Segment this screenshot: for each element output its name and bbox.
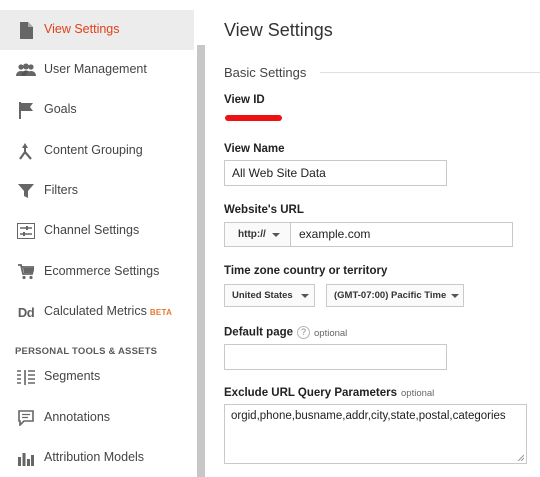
channel-settings-icon <box>15 221 37 241</box>
users-icon <box>15 60 37 80</box>
sidebar-item-annotations[interactable]: Annotations <box>0 398 194 438</box>
sidebar-item-content-grouping[interactable]: Content Grouping <box>0 131 194 171</box>
flag-icon <box>15 100 37 120</box>
help-icon[interactable]: ? <box>297 326 311 339</box>
annotation-icon <box>15 408 37 428</box>
optional-hint: optional <box>401 388 435 399</box>
sidebar-item-label: Content Grouping <box>44 143 143 157</box>
sidebar-item-filters[interactable]: Filters <box>0 171 194 211</box>
sidebar-item-label: View Settings <box>44 22 120 36</box>
bar-chart-icon <box>15 448 37 468</box>
default-page-label: Default page? optional <box>224 326 347 339</box>
sidebar-item-ecommerce-settings[interactable]: Ecommerce Settings <box>0 252 194 292</box>
redacted-view-id <box>225 115 282 121</box>
sidebar-item-label: User Management <box>44 62 147 76</box>
protocol-value: http:// <box>238 229 266 240</box>
view-id-label: View ID <box>224 94 265 106</box>
sidebar-item-label-text: Calculated Metrics <box>44 304 147 318</box>
sidebar-scrollbar[interactable] <box>197 45 205 477</box>
chevron-down-icon <box>272 233 280 237</box>
personal-tools-heading: PERSONAL TOOLS & ASSETS <box>15 346 158 357</box>
content-grouping-icon <box>15 141 37 161</box>
filter-icon <box>15 181 37 201</box>
exclude-params-value: orgid,phone,busname,addr,city,state,post… <box>231 410 506 422</box>
exclude-params-textarea[interactable]: orgid,phone,busname,addr,city,state,post… <box>224 404 527 464</box>
default-page-label-text: Default page <box>224 326 294 339</box>
timezone-zone-select[interactable]: (GMT-07:00) Pacific Time <box>326 284 464 307</box>
sidebar-item-attribution-models[interactable]: Attribution Models <box>0 438 194 477</box>
section-divider <box>320 72 540 73</box>
dd-icon: Dd <box>15 302 37 322</box>
website-url-field: http:// example.com <box>224 222 513 247</box>
sidebar-item-label: Channel Settings <box>44 223 140 237</box>
timezone-label: Time zone country or territory <box>224 265 388 277</box>
chevron-down-icon <box>301 294 309 298</box>
view-name-input[interactable]: All Web Site Data <box>224 160 447 186</box>
sidebar-item-goals[interactable]: Goals <box>0 90 194 130</box>
dd-icon-glyph: Dd <box>17 304 35 320</box>
sidebar-item-label: Ecommerce Settings <box>44 264 160 278</box>
beta-badge: BETA <box>149 308 173 317</box>
cart-icon <box>15 262 37 282</box>
sidebar-item-channel-settings[interactable]: Channel Settings <box>0 211 194 251</box>
segments-icon <box>15 367 37 387</box>
timezone-zone-value: (GMT-07:00) Pacific Time <box>334 290 447 301</box>
protocol-select[interactable]: http:// <box>225 223 291 246</box>
website-url-label: Website's URL <box>224 204 304 216</box>
sidebar-item-calculated-metrics[interactable]: Dd Calculated Metrics BETA <box>0 292 194 332</box>
sidebar-item-label: Calculated Metrics BETA <box>44 304 172 318</box>
website-url-input[interactable]: example.com <box>299 223 370 246</box>
basic-settings-heading: Basic Settings <box>224 65 307 80</box>
sidebar-item-label: Filters <box>44 183 79 197</box>
timezone-country-value: United States <box>232 290 293 301</box>
admin-sidebar: View Settings User Management Goals Cont… <box>0 0 205 477</box>
optional-hint: optional <box>314 327 348 339</box>
sidebar-item-label: Attribution Models <box>44 450 145 464</box>
exclude-params-label-text: Exclude URL Query Parameters <box>224 387 398 399</box>
sidebar-item-segments[interactable]: Segments <box>0 357 194 397</box>
document-icon <box>15 20 37 40</box>
page-title: View Settings <box>224 20 333 40</box>
exclude-params-label: Exclude URL Query Parameters optional <box>224 387 434 399</box>
timezone-country-select[interactable]: United States <box>224 284 315 307</box>
sidebar-item-view-settings[interactable]: View Settings <box>0 10 194 50</box>
sidebar-item-label: Annotations <box>44 410 111 424</box>
resize-grip-icon[interactable] <box>516 453 524 461</box>
view-name-label: View Name <box>224 143 285 155</box>
default-page-input[interactable] <box>224 344 447 370</box>
chevron-down-icon <box>451 294 459 298</box>
sidebar-item-label: Segments <box>44 369 101 383</box>
view-settings-panel: View Settings Basic Settings View ID Vie… <box>205 0 540 477</box>
sidebar-item-user-management[interactable]: User Management <box>0 50 194 90</box>
sidebar-item-label: Goals <box>44 102 77 116</box>
